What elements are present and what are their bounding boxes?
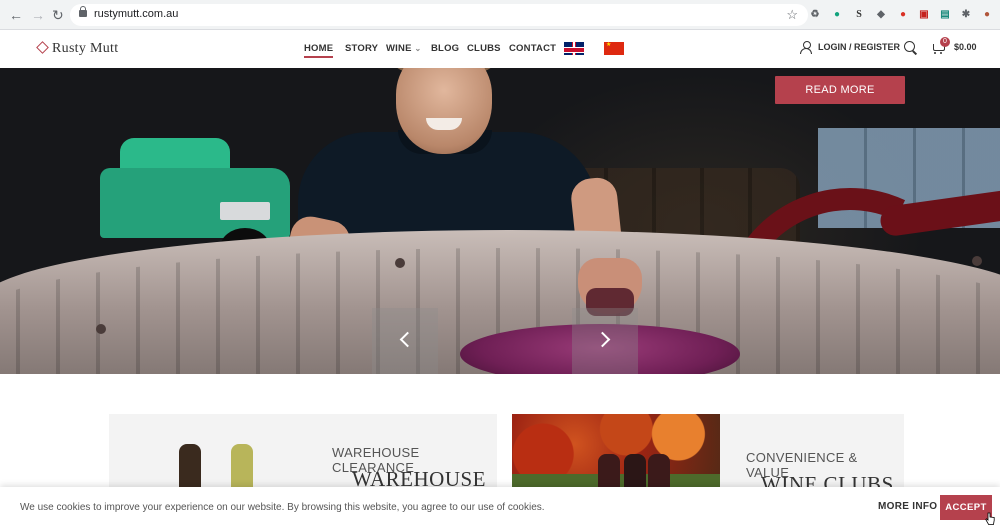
- hero-slider: [0, 68, 1000, 374]
- shield-icon[interactable]: ◆: [874, 8, 888, 22]
- bookmark-star-icon[interactable]: ☆: [786, 7, 798, 23]
- teal-screen-icon[interactable]: ▤: [938, 8, 952, 22]
- hand-cursor-icon: [985, 512, 995, 525]
- read-more-button[interactable]: READ MORE: [775, 76, 905, 104]
- nav-story[interactable]: STORY: [345, 43, 378, 54]
- uk-flag-icon[interactable]: [564, 42, 584, 55]
- nav-clubs[interactable]: CLUBS: [467, 43, 501, 54]
- nav-wine[interactable]: WINE ⌄: [386, 43, 421, 54]
- cookie-message: We use cookies to improve your experienc…: [20, 502, 545, 513]
- slider-prev-button[interactable]: [372, 308, 438, 374]
- puzzle-icon[interactable]: ✱: [959, 8, 973, 22]
- slider-next-button[interactable]: [572, 308, 638, 374]
- screen-capture-icon[interactable]: ▣: [917, 8, 931, 22]
- cart-count-badge: 0: [940, 37, 950, 47]
- logo-text: Rusty Mutt: [52, 41, 119, 56]
- browser-toolbar: ← → ↻ rustymutt.com.au ☆ ♻ ● S ◆ ● ▣ ▤ ✱…: [0, 0, 1000, 30]
- site-logo[interactable]: Rusty Mutt: [36, 41, 119, 57]
- cookie-more-info-link[interactable]: MORE INFO: [878, 501, 937, 512]
- nav-home[interactable]: HOME: [304, 43, 334, 58]
- arrow-right-icon[interactable]: →: [31, 7, 45, 23]
- china-flag-icon[interactable]: [604, 41, 624, 55]
- chevron-down-icon: ⌄: [414, 44, 422, 53]
- tank-rivet: [395, 258, 405, 268]
- chevron-left-icon: [399, 331, 416, 348]
- green-circle-icon[interactable]: ●: [830, 8, 844, 22]
- address-bar[interactable]: rustymutt.com.au ☆: [70, 4, 808, 26]
- profile-avatar-icon[interactable]: ●: [980, 8, 994, 22]
- tank-rivet: [96, 324, 106, 334]
- user-icon[interactable]: [800, 41, 812, 54]
- s-extension-icon[interactable]: S: [852, 8, 866, 22]
- reload-icon[interactable]: ↻: [52, 7, 64, 23]
- site-header: Rusty Mutt HOME STORY WINE ⌄ BLOG CLUBS …: [0, 30, 1000, 68]
- recycle-icon[interactable]: ♻: [808, 8, 822, 22]
- search-icon[interactable]: [904, 41, 917, 54]
- cart-total[interactable]: $0.00: [954, 42, 977, 52]
- nav-contact[interactable]: CONTACT: [509, 43, 556, 54]
- chevron-right-icon: [594, 331, 611, 348]
- address-bar-url[interactable]: rustymutt.com.au: [94, 8, 178, 20]
- diamond-logo-icon: [36, 41, 49, 54]
- red-badge-icon[interactable]: ●: [896, 8, 910, 22]
- arrow-left-icon[interactable]: ←: [9, 7, 23, 23]
- nav-wine-label: WINE: [386, 43, 412, 54]
- nav-blog[interactable]: BLOG: [431, 43, 459, 54]
- login-register-link[interactable]: LOGIN / REGISTER: [818, 42, 900, 52]
- tank-rivet: [972, 256, 982, 266]
- lock-icon: [79, 6, 87, 17]
- cookie-consent-bar: We use cookies to improve your experienc…: [0, 487, 1000, 528]
